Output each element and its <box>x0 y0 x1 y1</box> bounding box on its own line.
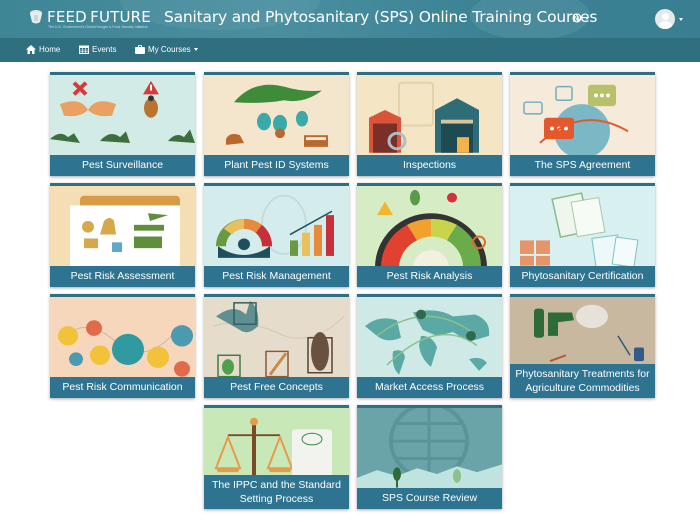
course-title: Pest Surveillance <box>50 155 195 176</box>
course-tile-phytosanitary-certification[interactable]: Phytosanitary Certification <box>510 183 655 287</box>
nav-events-label: Events <box>92 45 117 54</box>
chevron-down-icon <box>585 16 589 20</box>
nav-home[interactable]: Home <box>26 45 60 54</box>
course-title: Pest Risk Communication <box>50 377 195 398</box>
course-title: Plant Pest ID Systems <box>204 155 349 176</box>
course-tile-ippc-standard-setting[interactable]: The IPPC and the Standard Setting Proces… <box>204 405 349 509</box>
course-tile-pest-surveillance[interactable]: Pest Surveillance <box>50 72 195 176</box>
language-selector[interactable] <box>572 13 589 23</box>
course-title: Pest Risk Management <box>204 266 349 287</box>
course-tile-pest-free-concepts[interactable]: Pest Free Concepts <box>204 294 349 398</box>
course-title: Inspections <box>357 155 502 176</box>
nav-my-courses-label: My Courses <box>148 45 191 54</box>
briefcase-icon <box>135 45 145 54</box>
course-tile-pest-risk-management[interactable]: Pest Risk Management <box>204 183 349 287</box>
chevron-down-icon <box>193 48 198 51</box>
page-title: Sanitary and Phytosanitary (SPS) Online … <box>164 8 598 26</box>
course-title: SPS Course Review <box>357 488 502 509</box>
course-tile-plant-pest-id-systems[interactable]: Plant Pest ID Systems <box>204 72 349 176</box>
course-title: The IPPC and the Standard Setting Proces… <box>204 475 349 509</box>
course-title: Pest Risk Analysis <box>357 266 502 287</box>
logo-text: FEED FUTURE <box>47 8 151 26</box>
main-nav: Home Events My Courses <box>0 38 700 62</box>
site-header: FEED FUTURE The U.S. Government's Global… <box>0 0 700 38</box>
course-title: Phytosanitary Certification <box>510 266 655 287</box>
course-tile-pest-risk-analysis[interactable]: Pest Risk Analysis <box>357 183 502 287</box>
us-seal-icon <box>30 10 42 24</box>
course-title: Market Access Process <box>357 377 502 398</box>
avatar <box>655 9 675 29</box>
course-tile-sps-course-review[interactable]: SPS Course Review <box>357 405 502 509</box>
course-tile-sps-agreement[interactable]: The SPS Agreement <box>510 72 655 176</box>
user-menu[interactable] <box>655 9 683 29</box>
course-title: The SPS Agreement <box>510 155 655 176</box>
course-tile-pest-risk-communication[interactable]: Pest Risk Communication <box>50 294 195 398</box>
calendar-icon <box>79 45 89 54</box>
course-title: Phytosanitary Treatments for Agriculture… <box>510 364 655 398</box>
nav-my-courses[interactable]: My Courses <box>135 45 198 54</box>
home-icon <box>26 45 36 54</box>
course-title: Pest Free Concepts <box>204 377 349 398</box>
course-tile-phytosanitary-treatments[interactable]: Phytosanitary Treatments for Agriculture… <box>510 294 655 398</box>
course-tile-inspections[interactable]: Inspections <box>357 72 502 176</box>
logo-subtitle: The U.S. Government's Global Hunger & Fo… <box>48 25 148 29</box>
nav-home-label: Home <box>39 45 61 54</box>
course-title: Pest Risk Assessment <box>50 266 195 287</box>
feed-the-future-logo[interactable]: FEED FUTURE <box>28 8 151 26</box>
course-tile-pest-risk-assessment[interactable]: Pest Risk Assessment <box>50 183 195 287</box>
course-tile-market-access-process[interactable]: Market Access Process <box>357 294 502 398</box>
chevron-down-icon <box>679 17 683 21</box>
nav-events[interactable]: Events <box>79 45 116 54</box>
globe-icon <box>572 13 582 23</box>
